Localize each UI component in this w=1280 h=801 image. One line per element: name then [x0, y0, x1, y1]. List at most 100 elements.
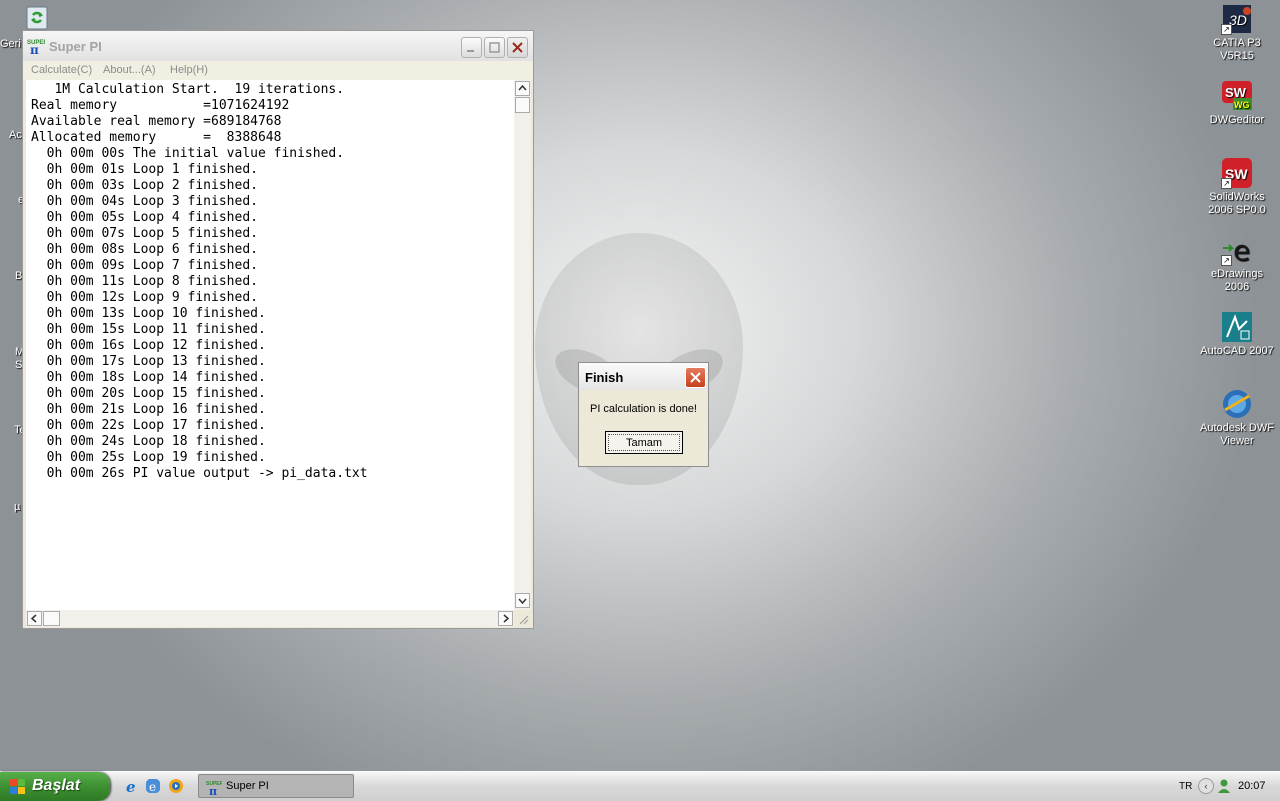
- taskbar: Başlat e e SUPER π Super PI TR ‹ 20:07: [0, 771, 1280, 801]
- desktop-icon-dwf-viewer[interactable]: Autodesk DWF Viewer: [1198, 388, 1276, 448]
- dwf-viewer-icon: [1221, 388, 1253, 420]
- ok-button-label: Tamam: [608, 434, 680, 451]
- console-line: 0h 00m 12s Loop 9 finished.: [31, 290, 258, 305]
- output-console[interactable]: 1M Calculation Start. 19 iterations. Rea…: [26, 80, 514, 610]
- svg-text:π: π: [209, 785, 217, 795]
- console-line: Real memory =1071624192: [31, 98, 290, 113]
- windows-flag-icon: [10, 779, 25, 794]
- solidworks-icon: SW ↗: [1221, 157, 1253, 189]
- scroll-left-button[interactable]: [27, 611, 42, 626]
- console-line: 0h 00m 07s Loop 5 finished.: [31, 226, 258, 241]
- horizontal-scrollbar[interactable]: [26, 610, 514, 627]
- show-hidden-icons-button[interactable]: ‹: [1198, 778, 1214, 794]
- console-line: 0h 00m 25s Loop 19 finished.: [31, 450, 266, 465]
- console-line: 0h 00m 11s Loop 8 finished.: [31, 274, 258, 289]
- arrow-up-icon: [518, 84, 527, 91]
- console-line: 0h 00m 09s Loop 7 finished.: [31, 258, 258, 273]
- scroll-up-button[interactable]: [515, 81, 530, 96]
- dialog-close-button[interactable]: [685, 367, 706, 388]
- resize-grip-icon: [519, 615, 529, 625]
- console-line: 0h 00m 04s Loop 3 finished.: [31, 194, 258, 209]
- menu-calculate[interactable]: Calculate(C): [31, 64, 92, 76]
- minimize-button[interactable]: [461, 37, 482, 58]
- console-line: 0h 00m 00s The initial value finished.: [31, 146, 345, 161]
- scroll-down-button[interactable]: [515, 593, 530, 608]
- user-icon[interactable]: [1217, 778, 1231, 794]
- console-line: 0h 00m 16s Loop 12 finished.: [31, 338, 266, 353]
- language-indicator[interactable]: TR: [1179, 781, 1192, 792]
- dialog-title: Finish: [585, 370, 624, 385]
- arrow-right-icon: [503, 614, 510, 623]
- edrawings-icon: e ↗: [1221, 234, 1253, 267]
- ok-button[interactable]: Tamam: [605, 431, 683, 454]
- svg-text:π: π: [30, 43, 39, 55]
- dialog-message: PI calculation is done!: [589, 403, 697, 415]
- menu-bar: Calculate(C) About...(A) Help(H): [23, 61, 533, 80]
- vertical-scrollbar[interactable]: [514, 80, 531, 610]
- system-tray: TR ‹ 20:07: [1172, 772, 1280, 801]
- finish-dialog: Finish PI calculation is done! Tamam: [578, 362, 709, 467]
- taskbar-item-label: Super PI: [226, 780, 269, 792]
- clock[interactable]: 20:07: [1238, 780, 1266, 792]
- dialog-titlebar[interactable]: Finish: [579, 363, 708, 390]
- maximize-button[interactable]: [484, 37, 505, 58]
- desktop-icon-solidworks[interactable]: SW ↗ SolidWorks 2006 SP0.0: [1198, 157, 1276, 217]
- horizontal-scroll-thumb[interactable]: [43, 611, 60, 626]
- console-line: 0h 00m 05s Loop 4 finished.: [31, 210, 258, 225]
- console-line: 0h 00m 13s Loop 10 finished.: [31, 306, 266, 321]
- start-button[interactable]: Başlat: [0, 772, 110, 801]
- dwgeditor-icon: SW WG: [1221, 80, 1253, 112]
- close-icon: [690, 372, 701, 383]
- console-line: 0h 00m 20s Loop 15 finished.: [31, 386, 266, 401]
- desktop-icon-autocad[interactable]: AutoCAD 2007: [1198, 311, 1276, 358]
- superpi-icon: SUPER π: [27, 40, 45, 55]
- svg-text:SW: SW: [1225, 85, 1247, 100]
- console-line: 0h 00m 18s Loop 14 finished.: [31, 370, 266, 385]
- recycle-bin-icon[interactable]: [24, 3, 50, 31]
- console-line: 0h 00m 26s PI value output -> pi_data.tx…: [31, 466, 368, 481]
- desktop-icon-dwgeditor[interactable]: SW WG DWGeditor: [1198, 80, 1276, 127]
- console-line: 0h 00m 22s Loop 17 finished.: [31, 418, 266, 433]
- scroll-right-button[interactable]: [498, 611, 513, 626]
- svg-text:e: e: [126, 778, 136, 794]
- resize-grip[interactable]: [514, 610, 531, 627]
- catia-icon: 3D ↗: [1221, 3, 1253, 35]
- console-line: 0h 00m 08s Loop 6 finished.: [31, 242, 258, 257]
- console-line: 0h 00m 15s Loop 11 finished.: [31, 322, 266, 337]
- desktop-icon-label: eDrawings 2006: [1211, 268, 1263, 293]
- media-player-icon[interactable]: [168, 778, 184, 794]
- console-line: 0h 00m 03s Loop 2 finished.: [31, 178, 258, 193]
- console-line: 0h 00m 01s Loop 1 finished.: [31, 162, 258, 177]
- menu-about[interactable]: About...(A): [103, 64, 156, 76]
- svg-text:e: e: [1233, 234, 1250, 266]
- maximize-icon: [489, 42, 500, 53]
- window-titlebar[interactable]: SUPER π Super PI: [23, 31, 533, 61]
- ie-alt-icon[interactable]: e: [145, 778, 161, 794]
- window-title: Super PI: [49, 39, 102, 54]
- menu-help[interactable]: Help(H): [170, 64, 208, 76]
- desktop-icon-edrawings[interactable]: e ↗ eDrawings 2006: [1198, 234, 1276, 294]
- arrow-down-icon: [518, 598, 527, 605]
- svg-text:WG: WG: [1234, 100, 1250, 110]
- close-button[interactable]: [507, 37, 528, 58]
- minimize-icon: [467, 50, 474, 52]
- console-line: 1M Calculation Start. 19 iterations.: [31, 82, 345, 97]
- console-line: Allocated memory = 8388648: [31, 130, 282, 145]
- vertical-scroll-thumb[interactable]: [515, 97, 530, 113]
- svg-text:e: e: [149, 780, 156, 794]
- console-line: 0h 00m 21s Loop 16 finished.: [31, 402, 266, 417]
- start-label: Başlat: [32, 777, 81, 794]
- console-line: 0h 00m 17s Loop 13 finished.: [31, 354, 266, 369]
- ie-icon[interactable]: e: [124, 778, 140, 794]
- desktop-icon-label: CATIA P3 V5R15: [1213, 37, 1261, 62]
- desktop-icon-catia[interactable]: 3D ↗ CATIA P3 V5R15: [1198, 3, 1276, 63]
- superpi-icon: SUPER π: [206, 781, 222, 795]
- console-line: Available real memory =689184768: [31, 114, 282, 129]
- desktop-icon-label: Autodesk DWF Viewer: [1200, 422, 1274, 447]
- superpi-window: SUPER π Super PI Calculate(C) About...(A…: [22, 30, 534, 629]
- autocad-icon: [1221, 311, 1253, 343]
- taskbar-item-superpi[interactable]: SUPER π Super PI: [198, 774, 354, 798]
- arrow-left-icon: [30, 614, 37, 623]
- close-icon: [512, 42, 523, 53]
- desktop-icon-label: DWGeditor: [1209, 114, 1265, 126]
